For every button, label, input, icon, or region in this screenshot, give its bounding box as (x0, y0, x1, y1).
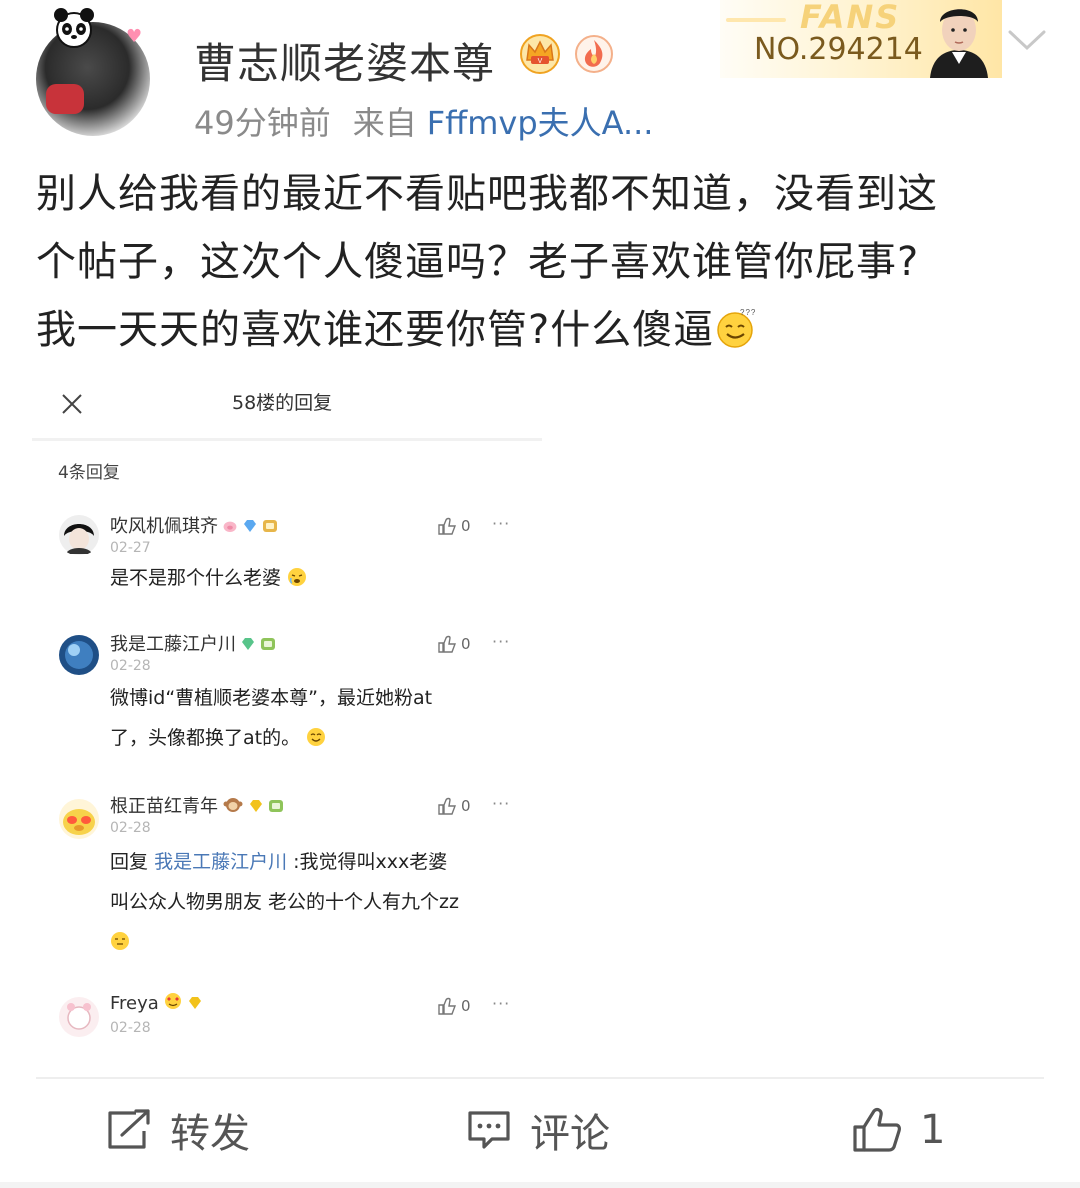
reply-like-count: 0 (461, 997, 471, 1015)
post-body-text: 我一天天的喜欢谁还要你管?什么傻逼 (36, 307, 715, 353)
like-icon (438, 997, 457, 1015)
more-options: ··· (492, 514, 511, 533)
reply-author: 根正苗红青年 (110, 792, 284, 818)
reply-text: 是不是那个什么老婆 (110, 558, 307, 598)
reply-text-line-2: 了，头像都换了at的。 (110, 718, 432, 758)
repost-label: 转发 (170, 1111, 250, 1157)
post-body: 别人给我看的最近不看贴吧我都不知道，没看到这 个帖子，这次个人傻逼吗？老子喜欢谁… (36, 160, 1046, 364)
reply-mention: 我是工藤江户川 (154, 851, 288, 873)
repost-button[interactable]: 转发 (106, 1100, 250, 1160)
more-options: ··· (492, 994, 511, 1013)
repost-icon (108, 1109, 150, 1149)
reply-emoji-line (110, 922, 459, 962)
post-body-line-last: 我一天天的喜欢谁还要你管?什么傻逼 ??? (36, 296, 1046, 364)
reply-text-line: 叫公众人物男朋友 老公的十个人有九个zz (110, 891, 459, 913)
reply-text-line: 微博id“曹植顺老婆本尊”，最近她粉at (110, 687, 433, 709)
reply-author-name: Freya (110, 993, 159, 1014)
crown-badge-icon[interactable]: V (518, 32, 562, 74)
reply-like-count: 0 (461, 517, 471, 535)
reply-date: 02-28 (110, 820, 151, 836)
comment-button[interactable]: 评论 (466, 1100, 610, 1160)
like-icon (438, 517, 457, 535)
comment-icon (468, 1111, 510, 1149)
more-options: ··· (492, 794, 511, 813)
diamond-badge-icon (250, 800, 262, 812)
panda-icon (54, 8, 94, 48)
reply-avatar (59, 997, 99, 1037)
smile-emoji-icon (307, 728, 326, 746)
reply-avatar (59, 635, 99, 675)
flame-badge-icon[interactable] (572, 32, 616, 74)
post-time: 49分钟前 (194, 104, 331, 142)
more-options: ··· (492, 632, 511, 651)
avatar-photo-detail (46, 84, 84, 114)
level-badge-icon (261, 638, 275, 650)
smirk-emoji-icon: ??? (717, 308, 756, 348)
reply-text: 微博id“曹植顺老婆本尊”，最近她粉at 了，头像都换了at的。 (110, 678, 432, 758)
like-count: 1 (920, 1107, 946, 1153)
author-name[interactable]: 曹志顺老婆本尊 (194, 30, 495, 91)
reply-text-line: 了，头像都换了at的。 (110, 727, 301, 749)
embedded-reply-screenshot: 58楼的回复 4条回复 吹风机佩琪齐 02-27 0 ··· 是不是那个什么老婆… (32, 370, 552, 1050)
pig-emoji-icon (223, 521, 237, 532)
reply-like-count: 0 (461, 635, 471, 653)
reply-author: Freya (110, 992, 203, 1014)
post-source-link[interactable]: Fffmvp夫人A... (427, 104, 654, 142)
post-body-line: 个帖子，这次个人傻逼吗？老子喜欢谁管你屁事? (36, 239, 920, 285)
reply-prefix: 回复 (110, 851, 149, 873)
reply-author-name: 吹风机佩琪齐 (110, 516, 218, 537)
heart-icon: ♥ (126, 26, 143, 47)
diamond-badge-icon (242, 638, 254, 650)
reply-like-count: 0 (461, 797, 471, 815)
fans-label: FANS (800, 0, 901, 36)
screenshot-title: 58楼的回复 (232, 392, 333, 414)
fans-card-decor (726, 18, 786, 22)
like-icon (438, 635, 457, 653)
from-label: 来自 (352, 104, 417, 142)
reply-text-line: :我觉得叫xxx老婆 (293, 851, 448, 873)
thumbs-up-icon (853, 1108, 901, 1152)
thinking-emoji-icon (111, 932, 129, 950)
level-badge-icon (269, 800, 283, 812)
svg-text:V: V (538, 58, 543, 65)
reply-text: 回复 我是工藤江户川 :我觉得叫xxx老婆 叫公众人物男朋友 老公的十个人有九个… (110, 842, 459, 962)
diamond-badge-icon (188, 997, 201, 1009)
reply-author-name: 我是工藤江户川 (110, 634, 236, 655)
svg-text:???: ??? (740, 308, 756, 317)
reply-author: 我是工藤江户川 (110, 630, 276, 656)
fans-card[interactable]: FANS NO.294214 (720, 0, 1002, 78)
bottom-separator (0, 1182, 1080, 1188)
footer-divider (36, 1077, 1044, 1079)
post-meta: 49分钟前 来自 Fffmvp夫人A... (194, 98, 653, 144)
divider (32, 438, 542, 441)
diamond-badge-icon (244, 520, 256, 532)
reply-text-line-1: 回复 我是工藤江户川 :我觉得叫xxx老婆 (110, 842, 459, 882)
reply-author: 吹风机佩琪齐 (110, 512, 278, 538)
monkey-emoji-icon (223, 798, 243, 812)
crying-emoji-icon (288, 568, 307, 586)
reply-count: 4条回复 (58, 463, 120, 483)
reply-author-name: 根正苗红青年 (110, 796, 218, 817)
close-icon (62, 394, 82, 414)
heart-eyes-emoji-icon (164, 993, 181, 1009)
author-avatar[interactable]: ♥ (36, 8, 150, 136)
reply-date: 02-28 (110, 1020, 151, 1036)
reply-avatar (59, 515, 99, 555)
reply-avatar (59, 799, 99, 839)
comment-label: 评论 (530, 1111, 610, 1157)
like-icon (438, 797, 457, 815)
fans-number: NO.294214 (754, 32, 923, 67)
post-body-line: 别人给我看的最近不看贴吧我都不知道，没看到这 (36, 171, 938, 217)
chevron-down-icon[interactable] (1004, 26, 1050, 56)
like-button[interactable]: 1 (852, 1100, 945, 1160)
celebrity-portrait-icon (930, 9, 988, 78)
reply-date: 02-27 (110, 540, 151, 556)
level-badge-icon (263, 520, 277, 532)
reply-date: 02-28 (110, 658, 151, 674)
reply-text-line: 是不是那个什么老婆 (110, 567, 282, 589)
